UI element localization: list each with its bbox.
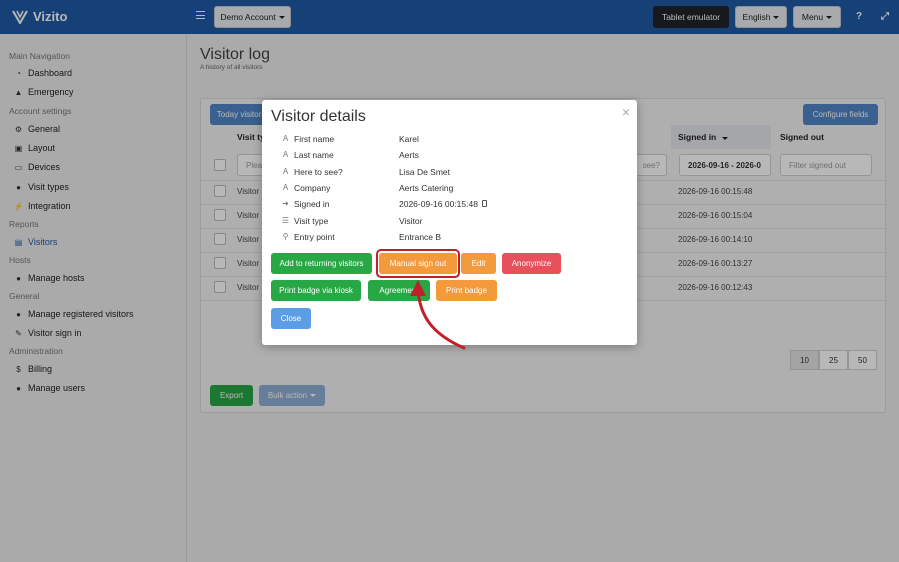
sign-in-icon: ➜ — [282, 199, 289, 208]
field-label-first-name: First name — [294, 134, 335, 144]
text-field-icon: A — [282, 150, 289, 159]
field-value-last-name: Aerts — [399, 150, 419, 160]
field-value-company: Aerts Catering — [399, 183, 454, 193]
tablet-icon — [482, 200, 488, 207]
field-value-signed-in: 2026-09-16 00:15:48 — [399, 199, 488, 209]
text-field-icon: A — [282, 167, 289, 176]
field-label-last-name: Last name — [294, 150, 334, 160]
highlight-box — [376, 249, 460, 278]
field-value-here-to-see: Lisa De Smet — [399, 167, 451, 177]
field-value-first-name: Karel — [399, 134, 419, 144]
field-label-here-to-see: Here to see? — [294, 167, 343, 177]
field-value-entry-point: Entrance B — [399, 232, 442, 242]
field-value-visit-type: Visitor — [399, 216, 423, 226]
field-label-company: Company — [294, 183, 331, 193]
annotation-arrow-icon — [410, 280, 466, 350]
field-label-entry-point: Entry point — [294, 232, 335, 242]
add-to-returning-label: Add to returning visitors — [279, 259, 364, 268]
print-badge-via-kiosk-button[interactable]: Print badge via kiosk — [271, 280, 361, 301]
field-label-visit-type: Visit type — [294, 216, 329, 226]
field-label-signed-in: Signed in — [294, 199, 330, 209]
anonymize-button[interactable]: Anonymize — [502, 253, 561, 274]
map-marker-icon: ⚲ — [282, 232, 289, 241]
edit-button[interactable]: Edit — [461, 253, 496, 274]
print-kiosk-label: Print badge via kiosk — [279, 286, 353, 295]
text-field-icon: A — [282, 134, 289, 143]
modal-title: Visitor details — [271, 108, 366, 125]
list-icon: ☰ — [281, 216, 290, 225]
add-to-returning-visitors-button[interactable]: Add to returning visitors — [271, 253, 372, 274]
edit-label: Edit — [471, 259, 486, 268]
field-value-signed-in-text: 2026-09-16 00:15:48 — [399, 199, 478, 209]
close-button-label: Close — [280, 314, 302, 323]
text-field-icon: A — [282, 183, 289, 192]
close-button[interactable]: Close — [271, 308, 311, 329]
close-icon[interactable]: × — [622, 104, 630, 120]
visitor-details-modal: Visitor details × A First name Karel A L… — [262, 100, 637, 350]
anonymize-label: Anonymize — [511, 259, 552, 268]
